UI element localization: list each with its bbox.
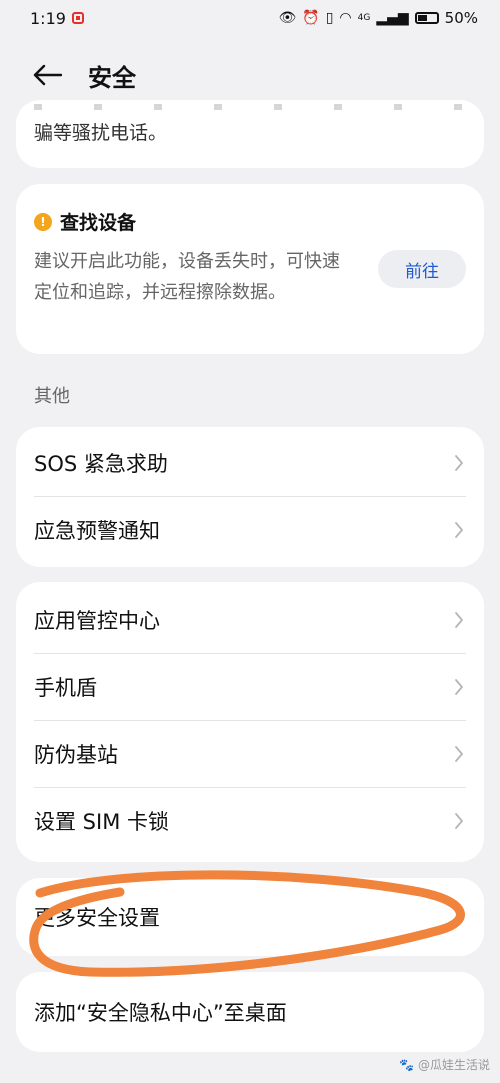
list-item-sos[interactable]: SOS 紧急求助 (16, 429, 484, 496)
find-device-title-row: ! 查找设备 (34, 208, 136, 235)
list-item-app-control[interactable]: 应用管控中心 (16, 586, 484, 653)
tools-card: 应用管控中心 手机盾 防伪基站 设置 SIM 卡锁 (16, 582, 484, 862)
partial-card-clipped-text (34, 104, 474, 110)
chevron-right-icon (454, 454, 466, 472)
list-item-label: 设置 SIM 卡锁 (34, 809, 169, 834)
find-device-card: ! 查找设备 建议开启此功能，设备丢失时，可快速定位和追踪，并远程擦除数据。 前… (16, 184, 484, 354)
status-bar: 1:19 👁 ⏰ ▯ ◠ 4G ▂▄▆ 50% (0, 0, 500, 36)
add-to-desktop-button[interactable]: 添加“安全隐私中心”至桌面 (16, 972, 484, 1052)
section-label-other: 其他 (34, 386, 70, 407)
battery-icon (414, 12, 439, 24)
wifi-icon: ◠ (339, 10, 352, 26)
eye-icon: 👁 (278, 10, 297, 26)
vibrate-icon: ▯ (325, 10, 334, 26)
chevron-right-icon (454, 812, 466, 830)
list-item-more-security[interactable]: 更多安全设置 (16, 878, 484, 956)
list-item-label: 防伪基站 (34, 742, 118, 767)
list-item-sim-lock[interactable]: 设置 SIM 卡锁 (16, 787, 484, 854)
list-item-label: 应急预警通知 (34, 518, 160, 543)
watermark: 🐾 @瓜娃生活说 (399, 1056, 490, 1073)
chevron-right-icon (454, 611, 466, 629)
add-to-desktop-card: 添加“安全隐私中心”至桌面 (16, 972, 484, 1052)
partial-card: 骗等骚扰电话。 (16, 100, 484, 168)
chevron-right-icon (454, 908, 466, 926)
list-item-fake-base-station[interactable]: 防伪基站 (16, 720, 484, 787)
list-item-label: 更多安全设置 (34, 906, 160, 930)
network-type: 4G (357, 12, 371, 23)
find-device-description: 建议开启此功能，设备丢失时，可快速定位和追踪，并远程擦除数据。 (34, 251, 340, 303)
list-item-label: 手机盾 (34, 675, 97, 700)
more-security-card: 更多安全设置 (16, 878, 484, 956)
find-device-title: 查找设备 (60, 212, 137, 234)
list-item-label: SOS 紧急求助 (34, 451, 168, 476)
alarm-icon: ⏰ (302, 10, 320, 26)
add-to-desktop-label: 添加“安全隐私中心”至桌面 (34, 1001, 287, 1025)
battery-fill (417, 15, 427, 21)
goto-button[interactable]: 前往 (378, 250, 466, 288)
chevron-right-icon (454, 678, 466, 696)
paw-icon: 🐾 (399, 1057, 414, 1072)
page-title: 安全 (88, 63, 136, 92)
chevron-right-icon (454, 745, 466, 763)
watermark-text: @瓜娃生活说 (417, 1058, 490, 1072)
warning-icon: ! (34, 212, 52, 231)
chevron-right-icon (454, 521, 466, 539)
screen-record-icon (71, 12, 84, 24)
battery-percent: 50% (444, 9, 478, 27)
header: 安全 (0, 50, 500, 100)
signal-icon: ▂▄▆ (376, 10, 409, 26)
status-time: 1:19 (30, 8, 66, 28)
list-item-phone-shield[interactable]: 手机盾 (16, 653, 484, 720)
other-card: SOS 紧急求助 应急预警通知 (16, 427, 484, 567)
list-item-emergency-alerts[interactable]: 应急预警通知 (16, 496, 484, 563)
list-item-label: 应用管控中心 (34, 608, 160, 633)
partial-card-text: 骗等骚扰电话。 (34, 122, 168, 144)
back-arrow-icon[interactable] (32, 60, 66, 90)
